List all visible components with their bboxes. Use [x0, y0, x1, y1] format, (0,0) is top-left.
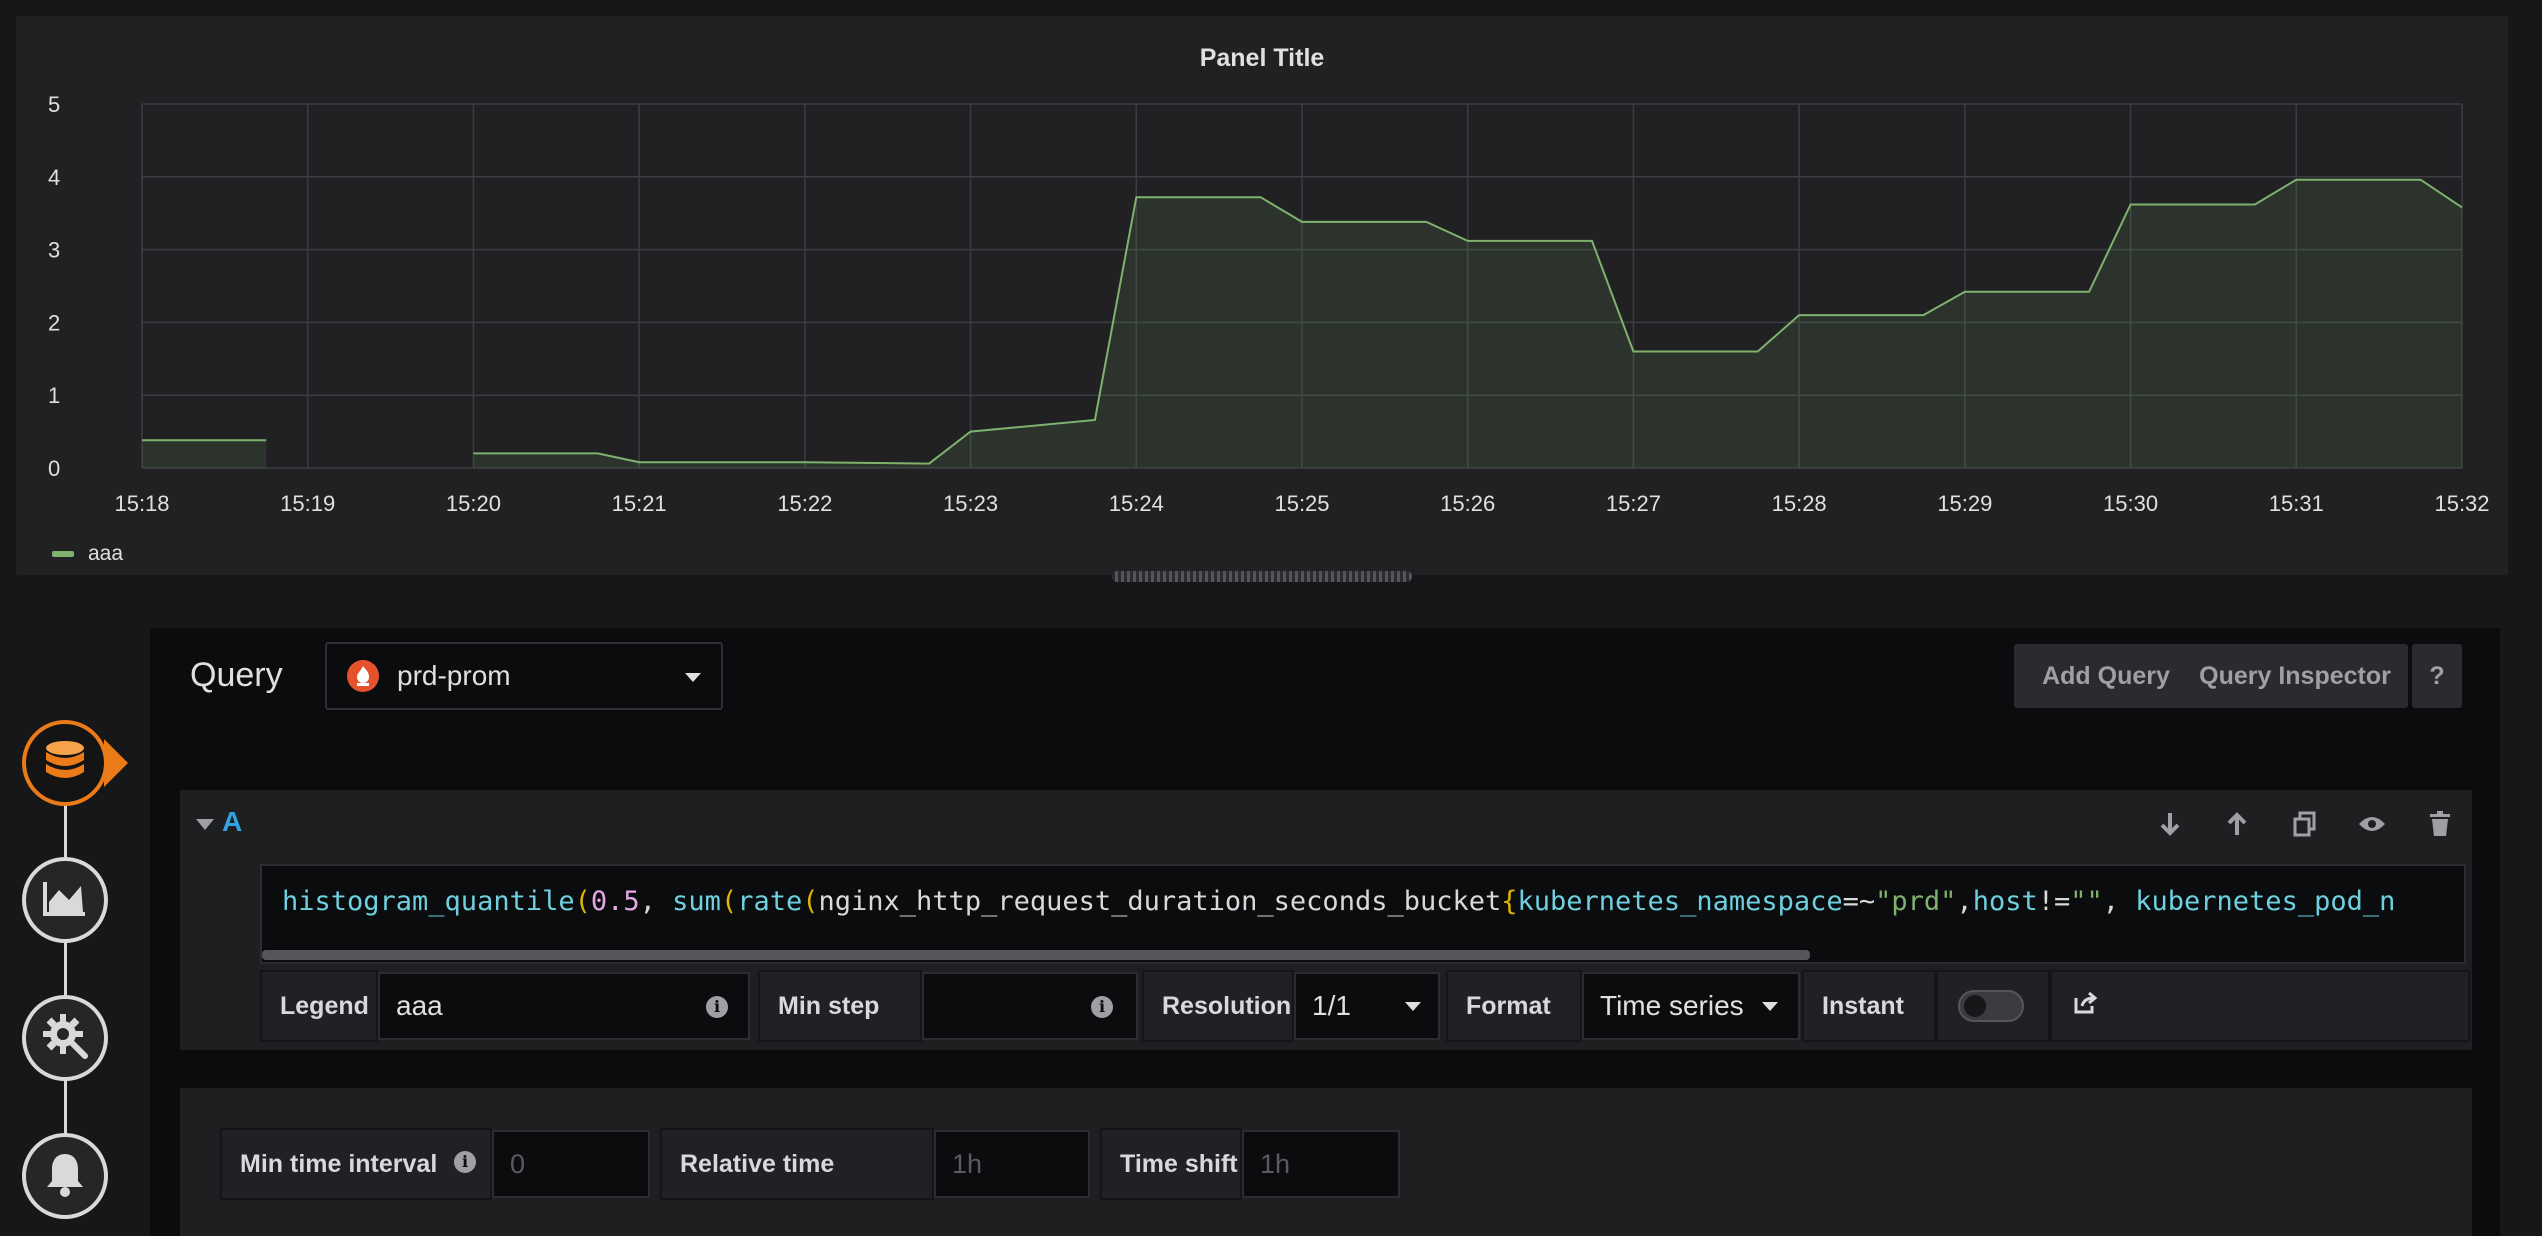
- x-tick-label: 15:21: [612, 491, 667, 516]
- relative-time-input[interactable]: 1h: [934, 1130, 1090, 1198]
- trash-icon[interactable]: [2424, 808, 2456, 840]
- general-tab-button[interactable]: [22, 995, 108, 1081]
- query-row-header[interactable]: [180, 790, 2472, 858]
- relative-time-label: Relative time: [660, 1128, 934, 1200]
- datasource-picker[interactable]: prd-prom: [325, 642, 723, 710]
- x-tick-label: 15:18: [114, 491, 169, 516]
- move-down-icon[interactable]: [2154, 808, 2186, 840]
- code-token: ,: [1956, 886, 1973, 917]
- code-token: "": [2070, 886, 2103, 917]
- x-tick-label: 15:22: [777, 491, 832, 516]
- code-token: ,: [639, 886, 673, 917]
- legend-input[interactable]: aaa: [378, 972, 750, 1040]
- add-query-button[interactable]: Add Query: [2014, 644, 2198, 708]
- code-token: nginx_http_request_duration_seconds_buck…: [818, 886, 1502, 917]
- share-icon[interactable]: [2074, 991, 2098, 1021]
- query-ref-id[interactable]: A: [222, 806, 242, 838]
- legend-label: Legend: [260, 970, 378, 1042]
- y-tick-label: 2: [48, 310, 60, 335]
- code-token: (: [802, 886, 819, 917]
- chevron-down-icon: [685, 673, 701, 682]
- y-tick-label: 3: [48, 238, 60, 263]
- collapse-caret-icon[interactable]: [196, 819, 214, 830]
- info-icon[interactable]: i: [1091, 996, 1113, 1018]
- visualization-tab-button[interactable]: [22, 857, 108, 943]
- code-token: !=: [2037, 886, 2071, 917]
- x-tick-label: 15:30: [2103, 491, 2158, 516]
- code-token: histogram_quantile: [282, 886, 575, 917]
- time-shift-input[interactable]: 1h: [1242, 1130, 1400, 1198]
- options-spacer: [2050, 970, 2470, 1042]
- queries-tab-button[interactable]: [22, 720, 108, 806]
- duplicate-icon[interactable]: [2289, 808, 2321, 840]
- active-tab-pointer: [104, 739, 128, 787]
- resolution-label: Resolution: [1142, 970, 1294, 1042]
- toggle-knob: [1964, 995, 1986, 1017]
- format-label: Format: [1446, 970, 1582, 1042]
- min-time-interval-label: Min time interval: [220, 1128, 492, 1200]
- code-token: rate: [737, 886, 803, 917]
- info-icon[interactable]: i: [454, 1151, 476, 1173]
- gear-icon: [41, 1012, 89, 1065]
- prometheus-icon: [347, 660, 379, 692]
- legend-series-label[interactable]: aaa: [88, 542, 123, 566]
- x-tick-label: 15:26: [1440, 491, 1495, 516]
- min-step-label: Min step: [758, 970, 922, 1042]
- y-tick-label: 0: [48, 456, 60, 481]
- code-token: kubernetes_pod_n: [2135, 886, 2396, 917]
- x-tick-label: 15:19: [280, 491, 335, 516]
- x-tick-label: 15:24: [1109, 491, 1164, 516]
- alert-tab-button[interactable]: [22, 1133, 108, 1219]
- code-token: host: [1972, 886, 2038, 917]
- y-tick-label: 5: [48, 92, 60, 117]
- help-button[interactable]: ?: [2412, 644, 2462, 708]
- panel-resize-handle[interactable]: [1112, 571, 1412, 582]
- x-tick-label: 15:29: [1937, 491, 1992, 516]
- move-up-icon[interactable]: [2221, 808, 2253, 840]
- info-icon[interactable]: i: [706, 996, 728, 1018]
- instant-toggle[interactable]: [1958, 990, 2024, 1022]
- code-token: sum: [672, 886, 721, 917]
- code-token: (: [720, 886, 738, 917]
- eye-icon[interactable]: [2356, 808, 2388, 840]
- horizontal-scrollbar[interactable]: [262, 950, 1810, 960]
- chevron-down-icon: [1405, 1002, 1421, 1011]
- code-token: "prd": [1875, 886, 1957, 917]
- series-area: [142, 440, 267, 468]
- query-section-title: Query: [190, 656, 283, 694]
- code-token: ,: [2102, 886, 2136, 917]
- x-tick-label: 15:20: [446, 491, 501, 516]
- datasource-name: prd-prom: [397, 660, 511, 691]
- y-tick-label: 1: [48, 383, 60, 408]
- code-token: {: [1501, 886, 1518, 917]
- x-tick-label: 15:32: [2434, 491, 2489, 516]
- chart-legend[interactable]: aaa: [52, 542, 123, 566]
- code-token: =~: [1842, 886, 1876, 917]
- time-shift-label: Time shift: [1100, 1128, 1242, 1200]
- database-icon: [42, 738, 88, 789]
- legend-swatch: [52, 551, 74, 557]
- chart-area-icon: [41, 878, 89, 923]
- x-tick-label: 15:23: [943, 491, 998, 516]
- code-token: kubernetes_namespace: [1517, 886, 1843, 917]
- graph-panel: Panel Title 0 1 2 3 4 5 15:18 15:19 15:20 15:21 15…: [16, 16, 2508, 575]
- chevron-down-icon: [1762, 1002, 1778, 1011]
- min-time-interval-input[interactable]: 0: [492, 1130, 650, 1198]
- code-token: (: [574, 886, 591, 917]
- promql-expression[interactable]: histogram_quantile(0.5, sum(rate(nginx_h…: [282, 886, 2395, 917]
- x-tick-label: 15:25: [1274, 491, 1329, 516]
- x-tick-label: 15:31: [2269, 491, 2324, 516]
- y-tick-label: 4: [48, 165, 60, 190]
- instant-label: Instant: [1802, 970, 1936, 1042]
- promql-query-field[interactable]: histogram_quantile(0.5, sum(rate(nginx_h…: [260, 864, 2466, 964]
- x-tick-label: 15:27: [1606, 491, 1661, 516]
- code-token: 0.5: [590, 886, 640, 917]
- time-series-chart[interactable]: 0 1 2 3 4 5 15:18 15:19 15:20 15:21 15:22 15:23 15:2…: [16, 16, 2508, 575]
- query-inspector-button[interactable]: Query Inspector: [2182, 644, 2408, 708]
- bell-icon: [44, 1151, 86, 1202]
- x-tick-label: 15:28: [1772, 491, 1827, 516]
